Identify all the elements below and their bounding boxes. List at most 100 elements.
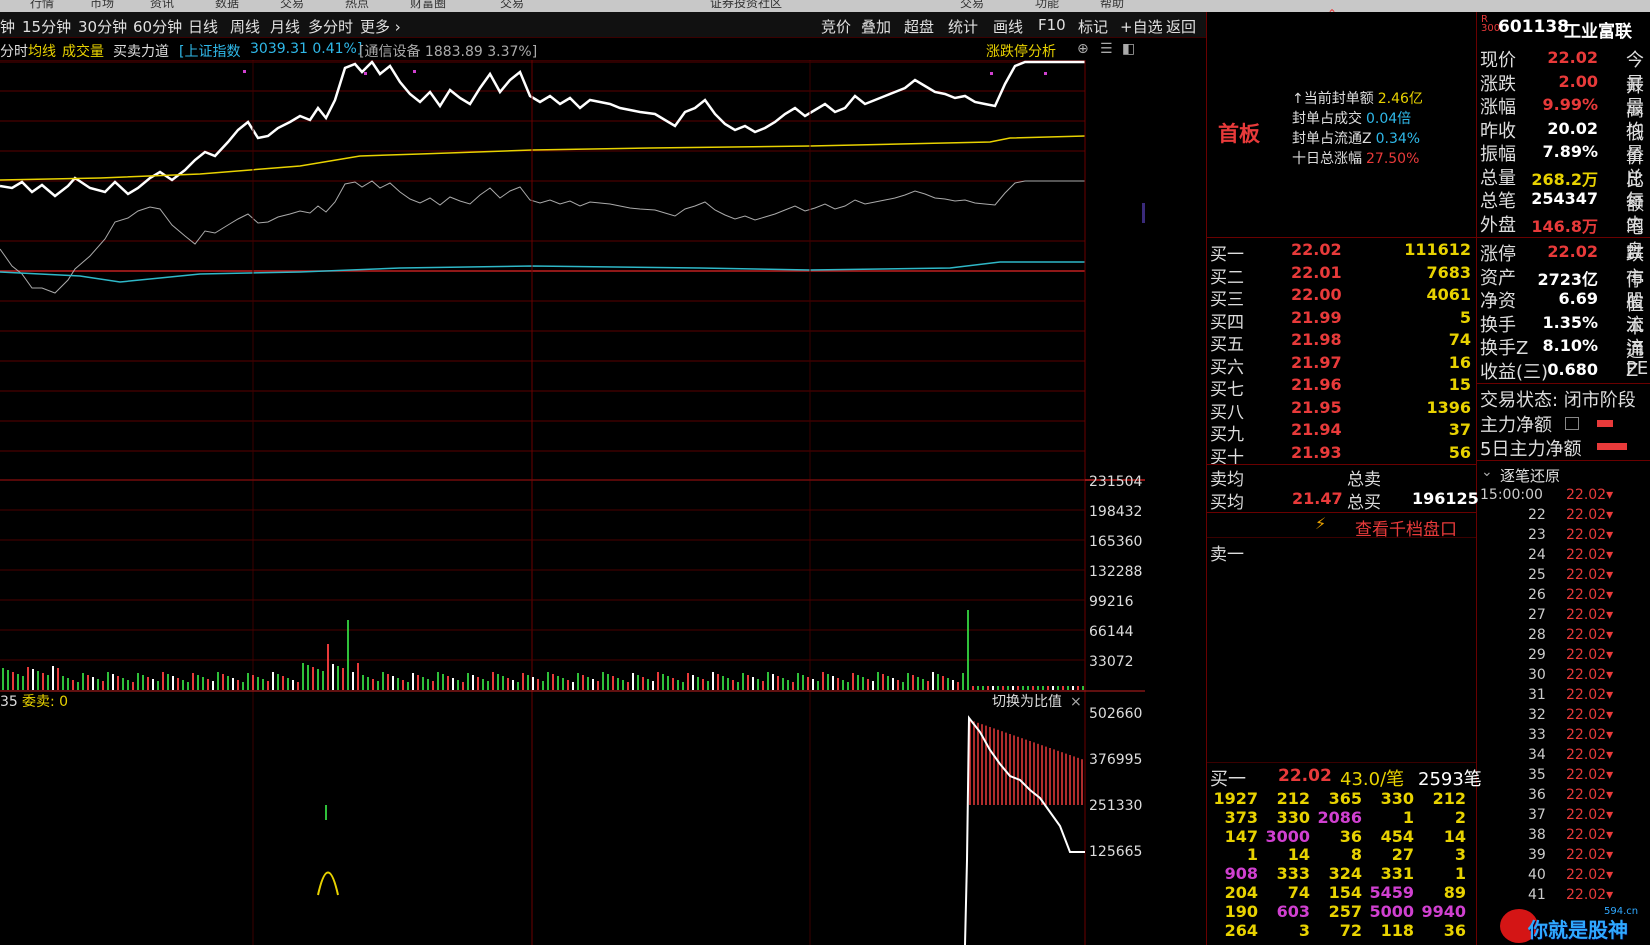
legend-junxian[interactable]: 均线: [28, 41, 56, 61]
volume-bar: [812, 679, 814, 690]
volume-bar: [817, 681, 819, 690]
menu-icon[interactable]: ☰: [1100, 41, 1113, 57]
period-tab[interactable]: 30分钟: [78, 16, 127, 37]
toolbar-button[interactable]: 超盘: [901, 16, 937, 37]
order-book-row[interactable]: 买四 21.99 5: [1208, 307, 1475, 333]
toolbar-button[interactable]: 叠加: [858, 16, 894, 37]
tick-price: 22.02▾: [1566, 647, 1614, 663]
period-tab[interactable]: 钟: [0, 16, 15, 37]
toolbar-button[interactable]: 统计: [945, 16, 981, 37]
volume-bar: [677, 680, 679, 690]
top-menu-item[interactable]: 交易: [960, 0, 984, 11]
volume-bar: [607, 674, 609, 690]
close-icon[interactable]: ×: [1070, 694, 1082, 710]
quote-key: 涨跌: [1480, 73, 1516, 95]
bid-avg-value: 21.47: [1292, 489, 1343, 508]
queue-cell: 14: [1443, 826, 1466, 846]
chart-icon[interactable]: [1565, 417, 1579, 430]
volume-bar: [822, 672, 824, 690]
period-tab[interactable]: 月线: [270, 16, 300, 37]
volume-bar: [257, 677, 259, 690]
ob-volume: 5: [1459, 307, 1471, 327]
tick-row: 33 22.02▾: [1478, 727, 1650, 747]
top-menu-item[interactable]: 财富圈: [410, 0, 446, 11]
top-menu-item[interactable]: 证券投资社区: [710, 0, 782, 11]
ob-volume: 16: [1448, 352, 1471, 372]
volume-tick-label: 165360: [1089, 534, 1142, 550]
queue-cell: 3: [1298, 920, 1310, 940]
volume-bar: [837, 678, 839, 690]
queue-cell: 1: [1246, 845, 1258, 865]
order-book-row[interactable]: 买六 21.97 16: [1208, 352, 1475, 378]
order-book-row[interactable]: 买三 22.00 4061: [1208, 285, 1475, 310]
toolbar-button[interactable]: 画线: [990, 16, 1026, 37]
top-menu-item[interactable]: 市场: [90, 0, 114, 11]
queue-cell: 72: [1339, 920, 1362, 940]
limit-analysis-button[interactable]: 涨跌停分析: [986, 41, 1056, 61]
tick-time: 28: [1528, 627, 1546, 643]
volume-bar: [892, 678, 894, 690]
volume-bar: [652, 681, 654, 690]
legend-maimailidao[interactable]: 买卖力道: [113, 41, 169, 61]
volume-bar: [382, 672, 384, 690]
order-book-row[interactable]: 买十 21.93 56: [1208, 443, 1475, 468]
period-tab[interactable]: 周线: [230, 16, 260, 37]
legend-sector[interactable]: [通信设备 1883.89 3.37%]: [359, 41, 537, 61]
volume-bar: [292, 680, 294, 690]
tick-time: 27: [1528, 607, 1546, 623]
top-menu-item[interactable]: 功能: [1035, 0, 1059, 11]
legend-volume[interactable]: 成交量: [62, 41, 104, 61]
order-book-row[interactable]: 买一 22.02 111612: [1208, 240, 1475, 265]
legend-fenshi[interactable]: 分时: [0, 41, 28, 61]
collapse-up-icon[interactable]: ⌃: [1327, 7, 1337, 21]
period-tab[interactable]: 日线: [188, 16, 218, 37]
order-book-row[interactable]: 买七 21.96 15: [1208, 375, 1475, 400]
volume-bar: [302, 663, 304, 690]
volume-bar: [667, 676, 669, 690]
top-menu-item[interactable]: 帮助: [1100, 0, 1124, 11]
ob-label: 买四: [1210, 312, 1244, 333]
volume-bar: [792, 682, 794, 690]
quote-value: 2.00: [1558, 71, 1598, 91]
volume-bar: [862, 677, 864, 690]
top-menu-item[interactable]: 资讯: [150, 0, 174, 11]
volume-bar: [857, 675, 859, 690]
quote-row: 换手Z 8.10% 流Z: [1478, 334, 1650, 381]
toolbar-button[interactable]: F10: [1035, 16, 1069, 34]
toolbar-button[interactable]: 返回: [1163, 16, 1199, 37]
order-book-row[interactable]: 买九 21.94 37: [1208, 420, 1475, 445]
tick-restore-label[interactable]: 逐笔还原: [1500, 465, 1560, 486]
order-book-row[interactable]: 买五 21.98 74: [1208, 330, 1475, 355]
volume-bar: [477, 677, 479, 690]
top-menu-item[interactable]: 行情: [30, 0, 54, 11]
toggle-ratio-button[interactable]: 切换为比值: [992, 693, 1062, 710]
watermark-site: 594.cn: [1604, 906, 1639, 917]
quote-key: 外盘: [1480, 214, 1516, 236]
seal-line: 封单占流通Z 0.34%: [1292, 128, 1420, 148]
period-tab[interactable]: 更多 ›: [360, 16, 401, 37]
toolbar-button[interactable]: 标记: [1075, 16, 1111, 37]
order-book-row[interactable]: 买二 22.01 7683: [1208, 263, 1475, 288]
seal-value: 0.04倍: [1366, 111, 1412, 127]
add-icon[interactable]: ⊕: [1077, 41, 1089, 57]
toolbar-button[interactable]: +自选: [1117, 16, 1166, 37]
top-menu-item[interactable]: 数据: [215, 0, 239, 11]
toolbar-button[interactable]: 竞价: [818, 16, 854, 37]
total-bid-value: 196125: [1412, 489, 1479, 508]
collapse-area[interactable]: ⌃: [1207, 7, 1476, 21]
order-book-row[interactable]: 买八 21.95 1396: [1208, 398, 1475, 423]
volume-bar: [262, 679, 264, 690]
top-menu-item[interactable]: 交易: [280, 0, 304, 11]
period-tab[interactable]: 60分钟: [133, 16, 182, 37]
period-tab[interactable]: 多分时: [308, 16, 353, 37]
top-menu-item[interactable]: 热点: [345, 0, 369, 11]
collapse-circle-icon[interactable]: ⌄: [1481, 464, 1493, 480]
volume-bar: [222, 674, 224, 690]
period-tab[interactable]: 15分钟: [22, 16, 71, 37]
top-menu-item[interactable]: 交易: [500, 0, 524, 11]
tick-row: 15:00:00 22.02▾: [1478, 487, 1650, 507]
intraday-chart[interactable]: 9.99%8.56%7.14%5.71%4.28%1.43%0.00%1.43%…: [0, 60, 1145, 945]
volume-bar: [807, 677, 809, 690]
legend-index[interactable]: [上证指数: [179, 41, 240, 61]
panel-icon[interactable]: ◧: [1122, 41, 1135, 57]
